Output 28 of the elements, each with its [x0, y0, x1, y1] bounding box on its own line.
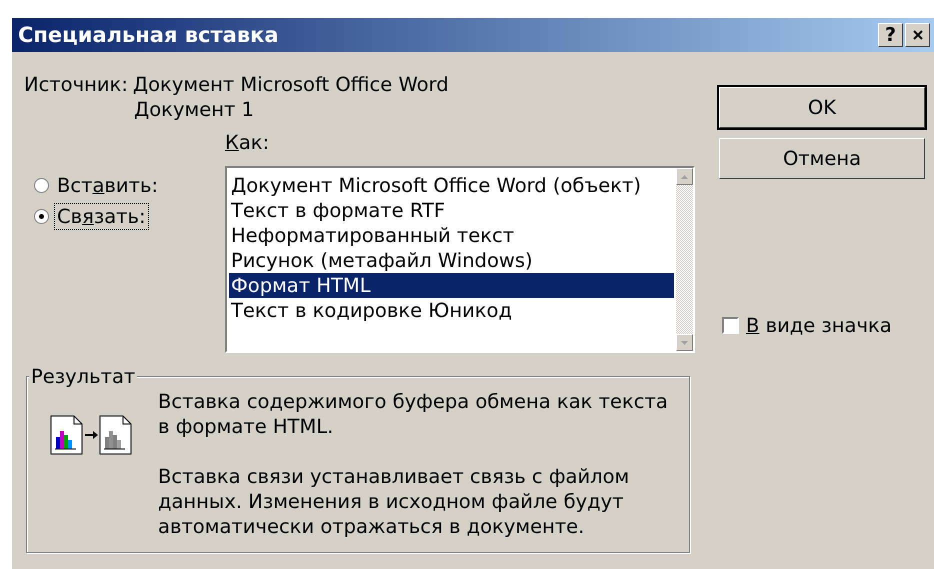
scroll-up-icon[interactable]	[676, 168, 693, 185]
help-button[interactable]: ?	[878, 23, 903, 47]
radio-label[interactable]: Связать:	[54, 203, 149, 230]
result-description: Вставка связи устанавливает связь с файлом данных. Изменения в исходном файле будут автоматически отражаться в документе.	[158, 464, 630, 539]
format-list[interactable]: Документ Microsoft Office Word (объект) Текст в формате RTF Неформатированный текст Рисунок (метафайл Windows) Формат HTML Текст в кодировке Юникод	[225, 166, 695, 353]
list-item[interactable]: Текст в кодировке Юникод	[229, 298, 674, 323]
source-document: Документ 1	[134, 97, 255, 122]
radio-button[interactable]	[34, 178, 49, 193]
window-title: Специальная вставка	[18, 23, 280, 47]
radio-label[interactable]: Вставить:	[54, 172, 162, 199]
list-item[interactable]: Текст в формате RTF	[229, 198, 674, 223]
list-item[interactable]: Формат HTML	[229, 273, 674, 298]
list-item[interactable]: Неформатированный текст	[229, 223, 674, 248]
result-description: Вставка содержимого буфера обмена как текста в формате HTML.	[158, 389, 669, 439]
checkbox[interactable]	[722, 317, 739, 334]
as-label: Как:	[225, 130, 270, 155]
source-label: Источник:	[24, 72, 128, 97]
radio-button[interactable]	[34, 209, 49, 224]
checkbox-label[interactable]: В виде значка	[746, 313, 892, 338]
source-value: Документ Microsoft Office Word	[132, 72, 449, 97]
list-item[interactable]: Документ Microsoft Office Word (объект)	[229, 173, 674, 198]
ok-button[interactable]: OK	[719, 87, 925, 128]
scrollbar[interactable]	[676, 168, 693, 351]
close-button[interactable]	[905, 23, 930, 47]
cancel-button[interactable]: Отмена	[719, 138, 925, 179]
list-item[interactable]: Рисунок (метафайл Windows)	[229, 248, 674, 273]
close-icon[interactable]	[912, 29, 924, 41]
scroll-down-icon[interactable]	[676, 334, 693, 351]
